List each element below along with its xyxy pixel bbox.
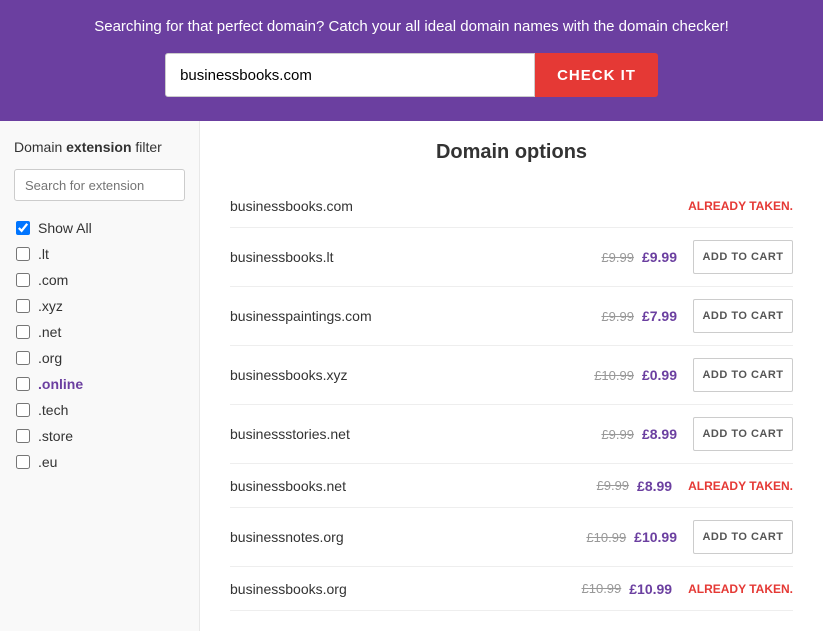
ext-label-eu: .eu [38, 454, 57, 470]
check-it-button[interactable]: CHECK IT [535, 53, 658, 97]
sidebar: Domain extension filter Show All .lt .co… [0, 121, 200, 631]
price-area: £10.99 £10.99 [547, 529, 677, 545]
ext-label-lt: .lt [38, 246, 49, 262]
domain-name: businessbooks.lt [230, 249, 547, 265]
ext-label-com: .com [38, 272, 68, 288]
ext-label-org: .org [38, 350, 62, 366]
ext-item-lt[interactable]: .lt [14, 241, 185, 267]
new-price: £8.99 [637, 478, 672, 494]
extension-search-input[interactable] [14, 169, 185, 201]
add-to-cart-button[interactable]: ADD TO CART [693, 520, 793, 554]
search-bar: CHECK IT [20, 53, 803, 97]
ext-item-store[interactable]: .store [14, 423, 185, 449]
domain-name: businessstories.net [230, 426, 547, 442]
ext-checkbox-show-all[interactable] [16, 221, 30, 235]
domain-search-input[interactable] [165, 53, 535, 97]
new-price: £10.99 [634, 529, 677, 545]
ext-checkbox-xyz[interactable] [16, 299, 30, 313]
old-price: £9.99 [601, 427, 634, 442]
ext-checkbox-lt[interactable] [16, 247, 30, 261]
add-to-cart-button[interactable]: ADD TO CART [693, 240, 793, 274]
domain-options-title: Domain options [230, 141, 793, 164]
ext-checkbox-tech[interactable] [16, 403, 30, 417]
table-row: businessbooks.lt £9.99 £9.99 ADD TO CART [230, 228, 793, 287]
table-row: businessstories.net £9.99 £8.99 ADD TO C… [230, 405, 793, 464]
new-price: £7.99 [642, 308, 677, 324]
domain-name: businessbooks.xyz [230, 367, 547, 383]
ext-item-net[interactable]: .net [14, 319, 185, 345]
ext-label-online: .online [38, 376, 83, 392]
header-tagline: Searching for that perfect domain? Catch… [20, 18, 803, 35]
price-area: £9.99 £7.99 [547, 308, 677, 324]
price-area: £9.99 £8.99 [547, 426, 677, 442]
old-price: £10.99 [594, 368, 634, 383]
already-taken-label: ALREADY TAKEN. [688, 199, 793, 213]
ext-item-online[interactable]: .online [14, 371, 185, 397]
old-price: £10.99 [582, 581, 622, 596]
ext-checkbox-org[interactable] [16, 351, 30, 365]
table-row: businesspaintings.com £9.99 £7.99 ADD TO… [230, 287, 793, 346]
ext-checkbox-com[interactable] [16, 273, 30, 287]
table-row: businessbooks.org £10.99 £10.99 ALREADY … [230, 567, 793, 611]
main-layout: Domain extension filter Show All .lt .co… [0, 121, 823, 631]
main-content: Domain options businessbooks.com ALREADY… [200, 121, 823, 631]
ext-label-store: .store [38, 428, 73, 444]
table-row: businessbooks.xyz £10.99 £0.99 ADD TO CA… [230, 346, 793, 405]
domain-name: businesspaintings.com [230, 308, 547, 324]
old-price: £10.99 [586, 530, 626, 545]
ext-checkbox-net[interactable] [16, 325, 30, 339]
old-price: £9.99 [597, 478, 630, 493]
add-to-cart-button[interactable]: ADD TO CART [693, 299, 793, 333]
ext-item-xyz[interactable]: .xyz [14, 293, 185, 319]
new-price: £8.99 [642, 426, 677, 442]
ext-item-eu[interactable]: .eu [14, 449, 185, 475]
add-to-cart-button[interactable]: ADD TO CART [693, 417, 793, 451]
already-taken-label: ALREADY TAKEN. [688, 582, 793, 596]
ext-label-net: .net [38, 324, 61, 340]
already-taken-label: ALREADY TAKEN. [688, 479, 793, 493]
add-to-cart-button[interactable]: ADD TO CART [693, 358, 793, 392]
ext-label-show-all: Show All [38, 220, 92, 236]
extension-list: Show All .lt .com .xyz .net .org [14, 215, 185, 475]
price-area: £9.99 £8.99 [542, 478, 672, 494]
ext-checkbox-store[interactable] [16, 429, 30, 443]
old-price: £9.99 [601, 250, 634, 265]
ext-checkbox-online[interactable] [16, 377, 30, 391]
old-price: £9.99 [601, 309, 634, 324]
ext-item-org[interactable]: .org [14, 345, 185, 371]
ext-checkbox-eu[interactable] [16, 455, 30, 469]
ext-label-xyz: .xyz [38, 298, 63, 314]
ext-item-show-all[interactable]: Show All [14, 215, 185, 241]
ext-item-com[interactable]: .com [14, 267, 185, 293]
domain-name: businessbooks.net [230, 478, 542, 494]
new-price: £9.99 [642, 249, 677, 265]
ext-label-tech: .tech [38, 402, 68, 418]
price-area: £9.99 £9.99 [547, 249, 677, 265]
new-price: £10.99 [629, 581, 672, 597]
header-section: Searching for that perfect domain? Catch… [0, 0, 823, 121]
domain-name: businessnotes.org [230, 529, 547, 545]
table-row: businessbooks.net £9.99 £8.99 ALREADY TA… [230, 464, 793, 508]
sidebar-title: Domain extension filter [14, 139, 185, 155]
domain-name: businessbooks.com [230, 198, 542, 214]
new-price: £0.99 [642, 367, 677, 383]
table-row: businessbooks.com ALREADY TAKEN. [230, 184, 793, 228]
price-area: £10.99 £0.99 [547, 367, 677, 383]
table-row: businessnotes.org £10.99 £10.99 ADD TO C… [230, 508, 793, 567]
ext-item-tech[interactable]: .tech [14, 397, 185, 423]
domain-name: businessbooks.org [230, 581, 542, 597]
price-area: £10.99 £10.99 [542, 581, 672, 597]
